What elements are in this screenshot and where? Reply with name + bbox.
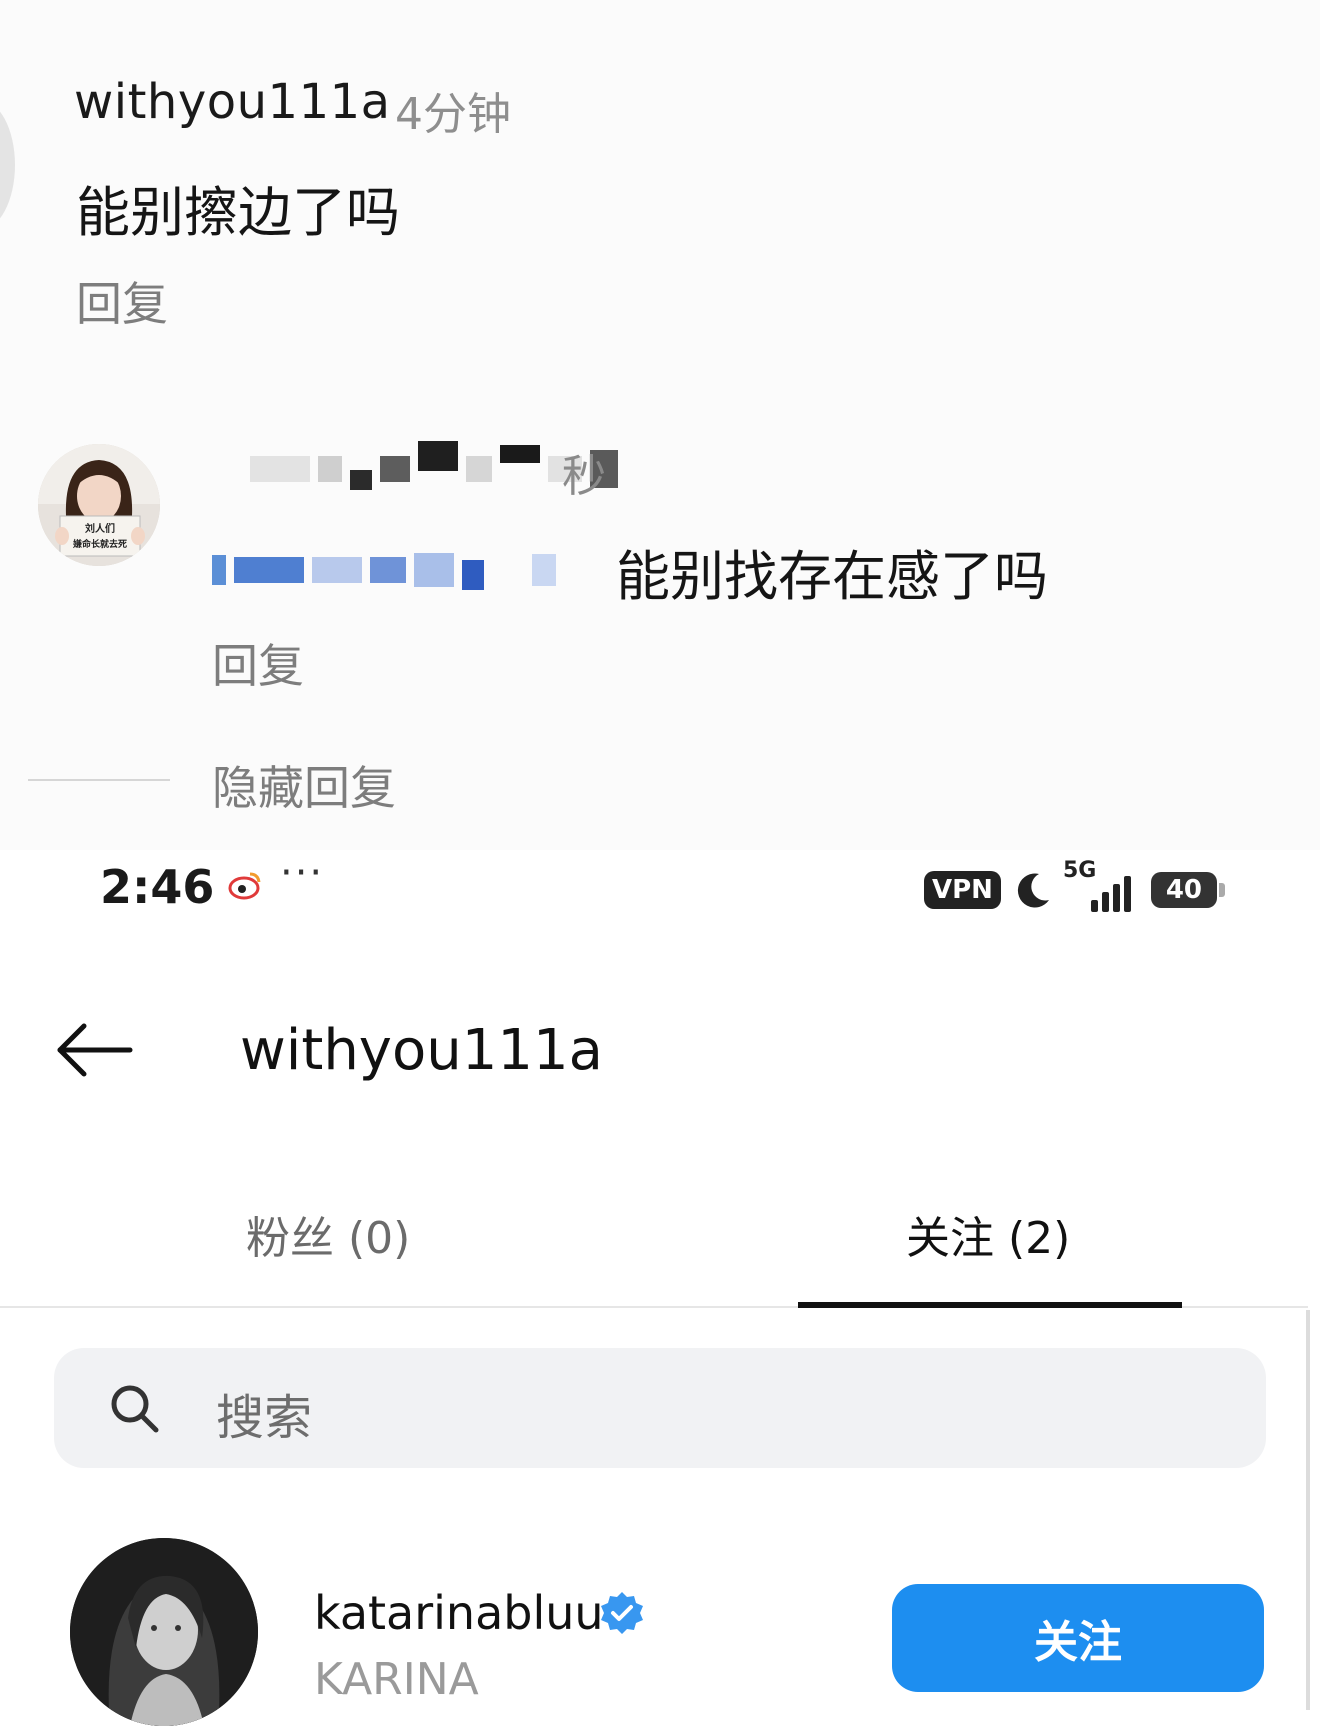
tab-followers[interactable]: 粉丝 (0) (246, 1202, 410, 1266)
search-input[interactable]: 搜索 (54, 1348, 1266, 1468)
active-tab-indicator (798, 1302, 1182, 1308)
reply-button[interactable]: 回复 (76, 268, 168, 334)
blurred-mention[interactable] (212, 550, 564, 590)
avatar[interactable] (0, 100, 15, 230)
vpn-badge: VPN (924, 871, 1001, 909)
reply-button[interactable]: 回复 (212, 630, 304, 696)
more-notifications-icon: ··· (280, 850, 325, 896)
user-handle[interactable]: katarinabluu (314, 1586, 604, 1640)
follow-button[interactable]: 关注 (892, 1584, 1264, 1692)
avatar-sign-line-2: 嫌命长就去死 (72, 538, 127, 550)
avatar[interactable] (70, 1538, 258, 1726)
tab-following[interactable]: 关注 (2) (906, 1202, 1070, 1266)
search-placeholder: 搜索 (216, 1390, 313, 1446)
divider (28, 779, 170, 781)
list-item[interactable]: katarinabluu KARINA 关注 (0, 1534, 1320, 1726)
verified-badge-icon (601, 1592, 643, 1634)
comment-timestamp: 秒 (562, 451, 606, 502)
status-icons: VPN 5G 40 (924, 858, 1225, 920)
page-title: withyou111a (240, 1018, 603, 1083)
battery-icon: 40 (1150, 872, 1225, 908)
commenter-avatar[interactable]: 刘人们 嫌命长就去死 (38, 444, 160, 566)
signal-icon: 5G (1061, 858, 1137, 918)
search-icon (111, 1385, 159, 1433)
comment-username[interactable]: withyou111a (74, 74, 391, 130)
avatar-image: 刘人们 嫌命长就去死 (38, 444, 160, 566)
comment-thread: withyou111a 4分钟 能别擦边了吗 回复 刘人们 嫌命长就去死 秒 能… (0, 0, 1320, 850)
weibo-icon (228, 872, 261, 900)
user-display-name: KARINA (314, 1654, 479, 1705)
hide-replies-button[interactable]: 隐藏回复 (212, 752, 396, 818)
moon-icon (1017, 873, 1049, 908)
comment-text: 能别擦边了吗 (76, 181, 400, 244)
following-screen: 2:46 ··· VPN 5G 40 withyou111a 粉丝 (0) 关注… (0, 850, 1320, 1726)
status-bar-time: 2:46 (100, 860, 215, 914)
avatar-sign-line-1: 刘人们 (85, 522, 115, 535)
back-arrow-icon[interactable] (54, 1022, 134, 1078)
comment-text: 能别找存在感了吗 (616, 545, 1048, 608)
comment-timestamp: 4分钟 (395, 89, 511, 140)
avatar-image (70, 1538, 258, 1726)
